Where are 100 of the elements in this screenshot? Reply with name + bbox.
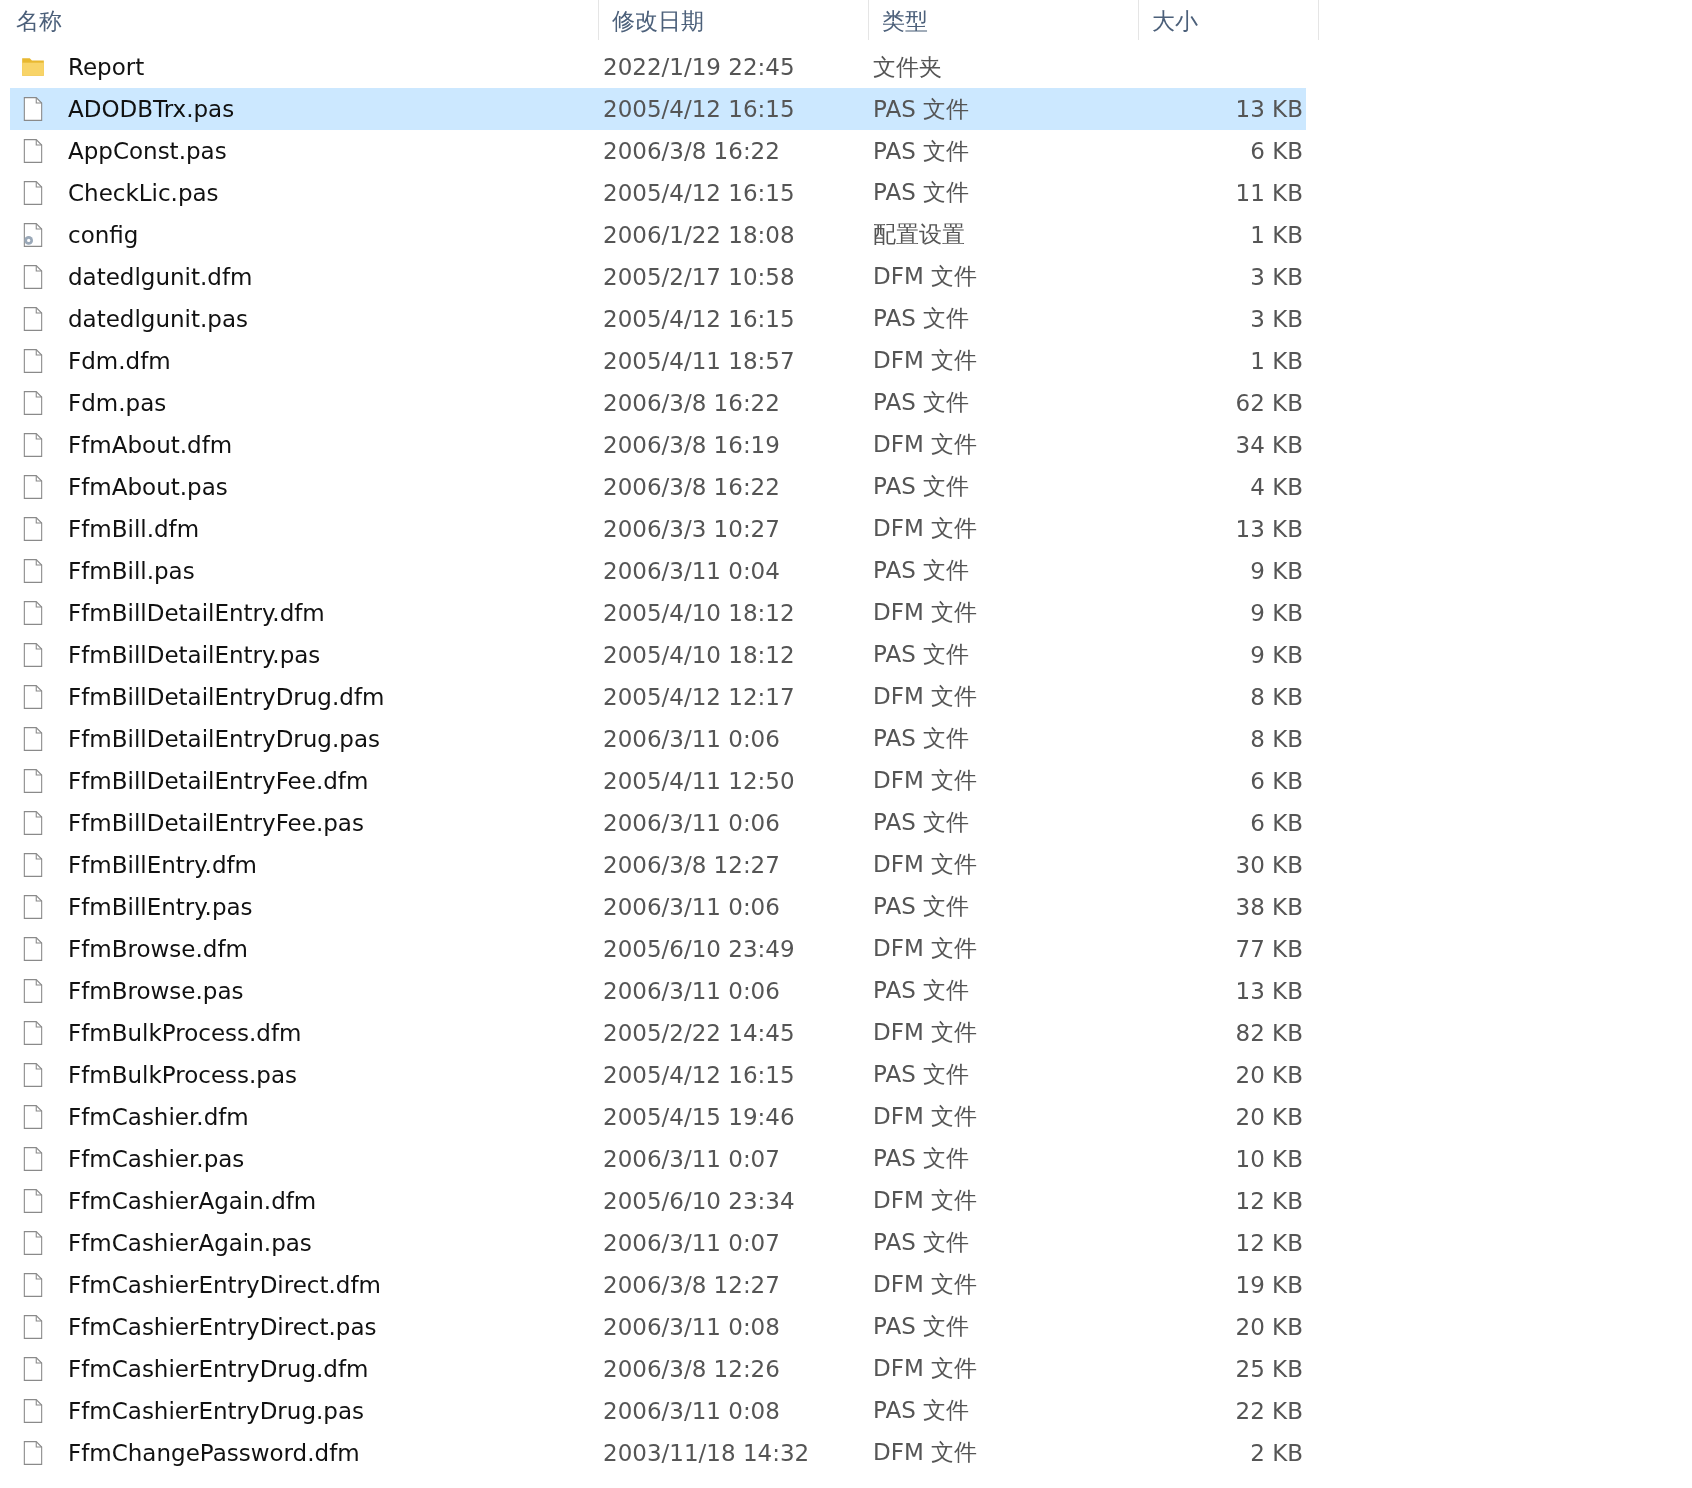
file-name: FfmBillDetailEntryDrug.dfm: [68, 683, 385, 710]
file-row[interactable]: Report 2022/1/19 22:45 文件夹: [10, 46, 1306, 88]
file-type: PAS 文件: [873, 137, 970, 164]
file-row[interactable]: FfmCashierEntryDrug.pas 2006/3/11 0:08 PAS 文件 22 KB: [10, 1389, 1306, 1432]
file-row[interactable]: FfmCashierEntryDirect.pas 2006/3/11 0:08 PAS 文件 20 KB: [10, 1305, 1306, 1348]
file-row[interactable]: FfmAbout.pas 2006/3/8 16:22 PAS 文件 4 KB: [10, 465, 1306, 508]
file-size: 11 KB: [1235, 180, 1303, 206]
file-name: FfmBillDetailEntryFee.pas: [68, 809, 364, 836]
file-row[interactable]: FfmBillDetailEntryDrug.pas 2006/3/11 0:06 PAS 文件 8 KB: [10, 717, 1306, 760]
file-row[interactable]: FfmCashier.dfm 2005/4/15 19:46 DFM 文件 20 KB: [10, 1095, 1306, 1138]
file-row[interactable]: FfmCashierAgain.dfm 2005/6/10 23:34 DFM 文件 12 KB: [10, 1179, 1306, 1222]
file-name: FfmBrowse.pas: [68, 977, 244, 1004]
file-name: FfmCashier.pas: [68, 1145, 245, 1172]
file-size: 13 KB: [1235, 977, 1303, 1004]
file-name: FfmCashierAgain.pas: [68, 1229, 312, 1256]
file-name: FfmBulkProcess.pas: [68, 1061, 298, 1088]
modified-date: 2005/4/10 18:12: [603, 641, 795, 668]
file-type: DFM 文件: [873, 683, 978, 710]
file-type: PAS 文件: [873, 641, 970, 668]
file-name: FfmBillDetailEntry.dfm: [68, 599, 325, 626]
file-row[interactable]: config 2006/1/22 18:08 配置设置 1 KB: [10, 214, 1306, 256]
modified-date: 2005/2/17 10:58: [603, 263, 795, 290]
file-type: PAS 文件: [873, 389, 970, 416]
modified-date: 2022/1/19 22:45: [603, 54, 795, 81]
file-row[interactable]: FfmBillEntry.pas 2006/3/11 0:06 PAS 文件 38 KB: [10, 885, 1306, 928]
file-size: 9 KB: [1250, 599, 1303, 626]
file-size: 20 KB: [1235, 1103, 1303, 1130]
column-header[interactable]: 类型: [869, 0, 1139, 40]
file-type: PAS 文件: [873, 977, 970, 1004]
file-row[interactable]: FfmBulkProcess.dfm 2005/2/22 14:45 DFM 文件 82 KB: [10, 1011, 1306, 1054]
modified-date: 2005/4/11 12:50: [603, 767, 795, 794]
file-size: 20 KB: [1235, 1313, 1303, 1340]
column-header[interactable]: 名称: [6, 0, 599, 40]
file-row[interactable]: ADODBTrx.pas 2005/4/12 16:15 PAS 文件 13 KB: [10, 88, 1306, 130]
file-name: FfmBillEntry.pas: [68, 893, 253, 920]
modified-date: 2005/4/12 16:15: [603, 1061, 795, 1088]
modified-date: 2006/3/8 12:26: [603, 1355, 780, 1382]
file-row[interactable]: datedlgunit.dfm 2005/2/17 10:58 DFM 文件 3 KB: [10, 256, 1306, 298]
file-type: PAS 文件: [873, 473, 970, 500]
file-size: 22 KB: [1235, 1397, 1303, 1424]
file-type: PAS 文件: [873, 1229, 970, 1256]
modified-date: 2006/3/11 0:07: [603, 1229, 780, 1256]
modified-date: 2005/4/12 16:15: [603, 96, 795, 122]
file-type: DFM 文件: [873, 1103, 978, 1130]
file-name: config: [68, 221, 139, 248]
modified-date: 2006/3/11 0:06: [603, 893, 780, 920]
file-name: FfmCashierAgain.dfm: [68, 1187, 317, 1214]
file-row[interactable]: FfmCashierEntryDrug.dfm 2006/3/8 12:26 DFM 文件 25 KB: [10, 1347, 1306, 1390]
file-row[interactable]: FfmBulkProcess.pas 2005/4/12 16:15 PAS 文件 20 KB: [10, 1053, 1306, 1096]
file-row[interactable]: FfmCashierEntryDirect.dfm 2006/3/8 12:27 DFM 文件 19 KB: [10, 1263, 1306, 1306]
file-name: FfmBrowse.dfm: [68, 935, 248, 962]
file-row[interactable]: FfmBill.pas 2006/3/11 0:04 PAS 文件 9 KB: [10, 549, 1306, 592]
file-row[interactable]: FfmBrowse.pas 2006/3/11 0:06 PAS 文件 13 KB: [10, 969, 1306, 1012]
modified-date: 2006/3/8 12:27: [603, 1271, 780, 1298]
file-size: 38 KB: [1235, 893, 1303, 920]
modified-date: 2006/3/11 0:06: [603, 725, 780, 752]
file-type: PAS 文件: [873, 725, 970, 752]
column-header[interactable]: 大小: [1139, 0, 1319, 40]
file-size: 6 KB: [1250, 138, 1303, 164]
modified-date: 2006/3/11 0:06: [603, 977, 780, 1004]
file-row[interactable]: datedlgunit.pas 2005/4/12 16:15 PAS 文件 3 KB: [10, 298, 1306, 340]
modified-date: 2006/3/11 0:08: [603, 1313, 780, 1340]
file-name: ADODBTrx.pas: [68, 96, 235, 122]
file-row[interactable]: FfmChangePassword.dfm 2003/11/18 14:32 DFM 文件 2 KB: [10, 1431, 1306, 1474]
file-row[interactable]: AppConst.pas 2006/3/8 16:22 PAS 文件 6 KB: [10, 130, 1306, 172]
file-row[interactable]: FfmBrowse.dfm 2005/6/10 23:49 DFM 文件 77 KB: [10, 927, 1306, 970]
file-name: FfmCashierEntryDirect.pas: [68, 1313, 377, 1340]
file-row[interactable]: CheckLic.pas 2005/4/12 16:15 PAS 文件 11 KB: [10, 172, 1306, 214]
file-row[interactable]: FfmBill.dfm 2006/3/3 10:27 DFM 文件 13 KB: [10, 507, 1306, 550]
file-row[interactable]: FfmBillDetailEntry.pas 2005/4/10 18:12 PAS 文件 9 KB: [10, 633, 1306, 676]
file-size: 6 KB: [1250, 767, 1303, 794]
file-row[interactable]: FfmBillDetailEntryFee.dfm 2005/4/11 12:50 DFM 文件 6 KB: [10, 759, 1306, 802]
column-header[interactable]: 修改日期: [599, 0, 869, 40]
file-size: 77 KB: [1235, 935, 1303, 962]
file-type: DFM 文件: [873, 935, 978, 962]
modified-date: 2005/4/12 16:15: [603, 180, 795, 206]
file-row[interactable]: FfmCashier.pas 2006/3/11 0:07 PAS 文件 10 KB: [10, 1137, 1306, 1180]
file-size: 25 KB: [1235, 1355, 1303, 1382]
modified-date: 2006/3/11 0:08: [603, 1397, 780, 1424]
file-type: PAS 文件: [873, 179, 970, 206]
modified-date: 2005/6/10 23:34: [603, 1187, 795, 1214]
file-row[interactable]: FfmBillDetailEntryFee.pas 2006/3/11 0:06 PAS 文件 6 KB: [10, 801, 1306, 844]
file-size: 8 KB: [1250, 683, 1303, 710]
file-row[interactable]: FfmBillDetailEntry.dfm 2005/4/10 18:12 DFM 文件 9 KB: [10, 591, 1306, 634]
file-name: FfmBillEntry.dfm: [68, 851, 257, 878]
file-size: 62 KB: [1235, 389, 1303, 416]
file-type: PAS 文件: [873, 1145, 970, 1172]
file-type: PAS 文件: [873, 1061, 970, 1088]
file-name: FfmBillDetailEntryDrug.pas: [68, 725, 380, 752]
file-row[interactable]: FfmBillDetailEntryDrug.dfm 2005/4/12 12:17 DFM 文件 8 KB: [10, 675, 1306, 718]
file-name: FfmBill.dfm: [68, 515, 200, 542]
file-row[interactable]: FfmBillEntry.dfm 2006/3/8 12:27 DFM 文件 30 KB: [10, 843, 1306, 886]
modified-date: 2005/6/10 23:49: [603, 935, 795, 962]
file-row[interactable]: Fdm.pas 2006/3/8 16:22 PAS 文件 62 KB: [10, 381, 1306, 424]
file-size: 12 KB: [1235, 1187, 1303, 1214]
file-row[interactable]: Fdm.dfm 2005/4/11 18:57 DFM 文件 1 KB: [10, 340, 1306, 382]
file-row[interactable]: FfmCashierAgain.pas 2006/3/11 0:07 PAS 文件 12 KB: [10, 1221, 1306, 1264]
file-size: 3 KB: [1250, 263, 1303, 290]
file-size: 12 KB: [1235, 1229, 1303, 1256]
file-row[interactable]: FfmAbout.dfm 2006/3/8 16:19 DFM 文件 34 KB: [10, 423, 1306, 466]
